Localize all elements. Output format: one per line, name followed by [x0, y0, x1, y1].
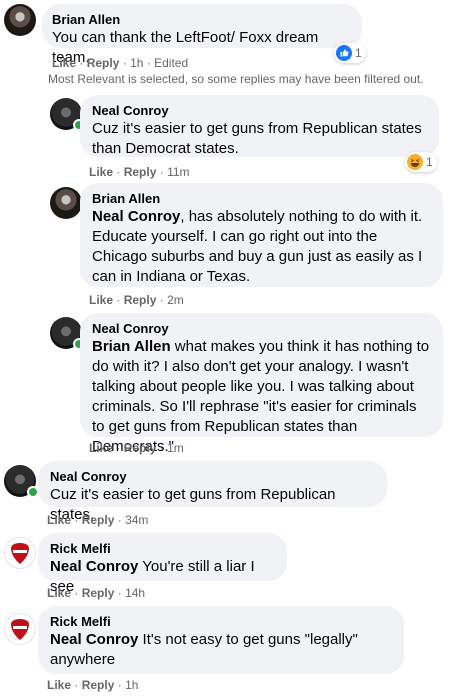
- separator: ·: [117, 513, 126, 527]
- guitar-pick-icon: [11, 619, 29, 640]
- like-icon: [336, 45, 352, 61]
- separator: ·: [116, 293, 124, 307]
- separator: ·: [159, 441, 168, 455]
- comment-bubble: Neal Conroy Cuz it's easier to get guns …: [80, 95, 439, 157]
- like-button[interactable]: Like: [47, 586, 71, 600]
- separator: ·: [117, 678, 126, 692]
- reply-button[interactable]: Reply: [82, 513, 115, 527]
- separator: ·: [79, 56, 87, 70]
- reply-button[interactable]: Reply: [124, 441, 157, 455]
- comment-body: what makes you think it has nothing to d…: [92, 338, 430, 455]
- like-button[interactable]: Like: [89, 441, 113, 455]
- reaction-summary[interactable]: 1: [405, 152, 437, 172]
- comment-bubble: Rick Melfi Neal Conroy It's not easy to …: [38, 606, 404, 674]
- like-button[interactable]: Like: [47, 513, 71, 527]
- separator: ·: [122, 56, 131, 70]
- reaction-count: 1: [355, 46, 362, 60]
- comment-actions: Like · Reply · 2m: [89, 292, 184, 308]
- separator: ·: [159, 293, 168, 307]
- like-button[interactable]: Like: [52, 56, 76, 70]
- avatar[interactable]: [4, 537, 36, 569]
- separator: ·: [117, 586, 126, 600]
- reply-button[interactable]: Reply: [124, 165, 157, 179]
- comment-actions: Like · Reply · 34m: [47, 512, 148, 528]
- separator: ·: [159, 165, 168, 179]
- mention-link[interactable]: Brian Allen: [92, 338, 171, 355]
- guitar-pick-icon: [11, 543, 29, 564]
- filter-notice: Most Relevant is selected, so some repli…: [48, 72, 424, 86]
- comment-actions: Like · Reply · 11m: [89, 164, 190, 180]
- reply-button[interactable]: Reply: [82, 586, 115, 600]
- separator: ·: [116, 165, 124, 179]
- like-button[interactable]: Like: [89, 293, 113, 307]
- comment-bubble: Neal Conroy Cuz it's easier to get guns …: [38, 461, 387, 523]
- separator: ·: [74, 678, 82, 692]
- comment-bubble: Brian Allen You can thank the LeftFoot/ …: [42, 4, 362, 66]
- reaction-summary[interactable]: 1: [334, 43, 366, 63]
- comment-text: Neal Conroy It's not easy to get guns "l…: [50, 630, 392, 670]
- haha-icon: [407, 154, 423, 170]
- comment-text: Cuz it's easier to get guns from Republi…: [92, 120, 422, 157]
- reaction-count: 1: [426, 155, 433, 169]
- timestamp[interactable]: 1m: [167, 441, 184, 455]
- comment-author[interactable]: Rick Melfi: [50, 614, 392, 630]
- comment-text: Brian Allen what makes you think it has …: [92, 337, 431, 457]
- comment-author[interactable]: Brian Allen: [92, 191, 431, 207]
- avatar[interactable]: [4, 613, 36, 645]
- reply-button[interactable]: Reply: [124, 293, 157, 307]
- comment-author[interactable]: Neal Conroy: [92, 103, 427, 119]
- like-button[interactable]: Like: [89, 165, 113, 179]
- comment-bubble: Neal Conroy Brian Allen what makes you t…: [80, 313, 443, 455]
- like-button[interactable]: Like: [47, 678, 71, 692]
- comment-text: Neal Conroy, has absolutely nothing to d…: [92, 207, 431, 287]
- comment-bubble: Brian Allen Neal Conroy, has absolutely …: [80, 183, 443, 287]
- avatar[interactable]: [4, 4, 36, 36]
- edited-label: Edited: [154, 56, 189, 70]
- timestamp[interactable]: 1h: [125, 678, 138, 692]
- timestamp[interactable]: 2m: [167, 293, 184, 307]
- reply-button[interactable]: Reply: [87, 56, 120, 70]
- mention-link[interactable]: Neal Conroy: [92, 208, 180, 225]
- avatar[interactable]: [50, 187, 82, 219]
- comment-actions: Like · Reply · 1h: [47, 677, 138, 693]
- separator: ·: [116, 441, 124, 455]
- comment-bubble: Rick Melfi Neal Conroy You're still a li…: [38, 533, 287, 595]
- comment-actions: Like · Reply · 1m: [89, 440, 184, 456]
- timestamp[interactable]: 34m: [125, 513, 148, 527]
- timestamp[interactable]: 14h: [125, 586, 145, 600]
- comment-author[interactable]: Neal Conroy: [92, 321, 431, 337]
- comment-author[interactable]: Rick Melfi: [50, 541, 275, 557]
- separator: ·: [74, 586, 82, 600]
- mention-link[interactable]: Neal Conroy: [50, 558, 138, 575]
- timestamp[interactable]: 11m: [167, 165, 189, 179]
- comment-actions: Like · Reply · 1h · Edited: [52, 55, 188, 71]
- reply-button[interactable]: Reply: [82, 678, 115, 692]
- separator: ·: [74, 513, 82, 527]
- comment-author[interactable]: Brian Allen: [52, 12, 352, 28]
- timestamp[interactable]: 1h: [130, 56, 143, 70]
- comment-actions: Like · Reply · 14h: [47, 585, 145, 601]
- mention-link[interactable]: Neal Conroy: [50, 631, 138, 648]
- comment-author[interactable]: Neal Conroy: [50, 469, 375, 485]
